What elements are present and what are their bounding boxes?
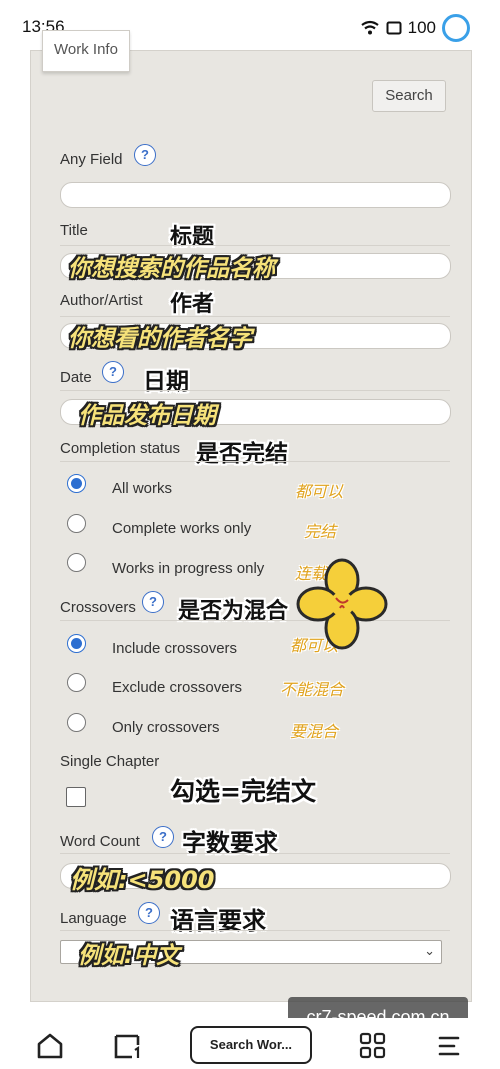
note-only-crossovers: 要混合 (290, 722, 339, 741)
author-input-note: 你想看的作者名字 (68, 326, 252, 352)
author-label: Author/Artist (60, 292, 143, 309)
any-field-help-icon[interactable]: ? (134, 144, 156, 166)
bottom-nav: Search Wor... (0, 1018, 500, 1069)
single-chapter-label: Single Chapter (60, 753, 160, 770)
option-include-crossovers[interactable]: Include crossovers (112, 640, 237, 657)
language-select-note: 例如:中文 (78, 943, 180, 969)
single-chapter-annotation: 勾选=完结文 (170, 777, 316, 806)
date-input-note: 作品发布日期 (78, 403, 216, 429)
title-input-note: 你想搜索的作品名称 (68, 256, 275, 282)
date-label: Date (60, 369, 92, 386)
option-works-in-progress[interactable]: Works in progress only (112, 560, 264, 577)
author-annotation: 作者 (170, 292, 215, 317)
divider (60, 390, 450, 391)
search-works-button[interactable]: Search Wor... (190, 1026, 312, 1064)
title-annotation: 标题 (170, 225, 215, 250)
radio-only-crossovers[interactable] (67, 713, 86, 732)
battery-level: 100 (407, 18, 436, 37)
note-all-works: 都可以 (295, 482, 344, 501)
crossovers-help-icon[interactable]: ? (142, 591, 164, 613)
divider (60, 245, 450, 246)
language-help-icon[interactable]: ? (138, 902, 160, 924)
radio-works-in-progress[interactable] (67, 553, 86, 572)
option-complete-works[interactable]: Complete works only (112, 520, 251, 537)
radio-exclude-crossovers[interactable] (67, 673, 86, 692)
divider (60, 853, 450, 854)
divider (60, 461, 450, 462)
word-count-label: Word Count (60, 833, 140, 850)
word-count-input-note: 例如:<5000 (70, 866, 215, 894)
status-icons: 100 (360, 14, 470, 42)
note-exclude-crossovers: 不能混合 (280, 680, 345, 699)
apps-grid-icon[interactable] (358, 1031, 388, 1061)
crossovers-label: Crossovers (60, 599, 136, 616)
radio-complete-works[interactable] (67, 514, 86, 533)
work-info-tab[interactable]: Work Info (42, 30, 130, 72)
any-field-label: Any Field (60, 151, 123, 168)
word-count-help-icon[interactable]: ? (152, 826, 174, 848)
chevron-down-icon: ⌄ (424, 943, 435, 958)
tabs-icon[interactable] (112, 1031, 142, 1061)
language-label: Language (60, 910, 127, 927)
completion-status-label: Completion status (60, 440, 181, 457)
wifi-icon (360, 20, 379, 35)
home-icon[interactable] (35, 1031, 65, 1061)
any-field-input[interactable] (60, 182, 451, 208)
option-all-works[interactable]: All works (112, 480, 172, 497)
search-button[interactable]: Search (372, 80, 446, 112)
divider (60, 620, 450, 621)
divider (60, 930, 450, 931)
radio-include-crossovers[interactable] (67, 634, 86, 653)
note-complete-works: 完结 (304, 522, 337, 541)
menu-icon[interactable] (436, 1031, 466, 1061)
option-exclude-crossovers[interactable]: Exclude crossovers (112, 679, 242, 696)
battery-ring-icon (442, 14, 470, 42)
date-help-icon[interactable]: ? (102, 361, 124, 383)
completion-annotation: 是否完结 (196, 441, 288, 467)
radio-all-works[interactable] (67, 474, 86, 493)
single-chapter-checkbox[interactable] (66, 787, 86, 807)
divider (60, 316, 450, 317)
flower-sticker-icon (296, 558, 388, 650)
tablet-icon (386, 21, 402, 35)
option-only-crossovers[interactable]: Only crossovers (112, 719, 220, 736)
title-label: Title (60, 222, 88, 239)
